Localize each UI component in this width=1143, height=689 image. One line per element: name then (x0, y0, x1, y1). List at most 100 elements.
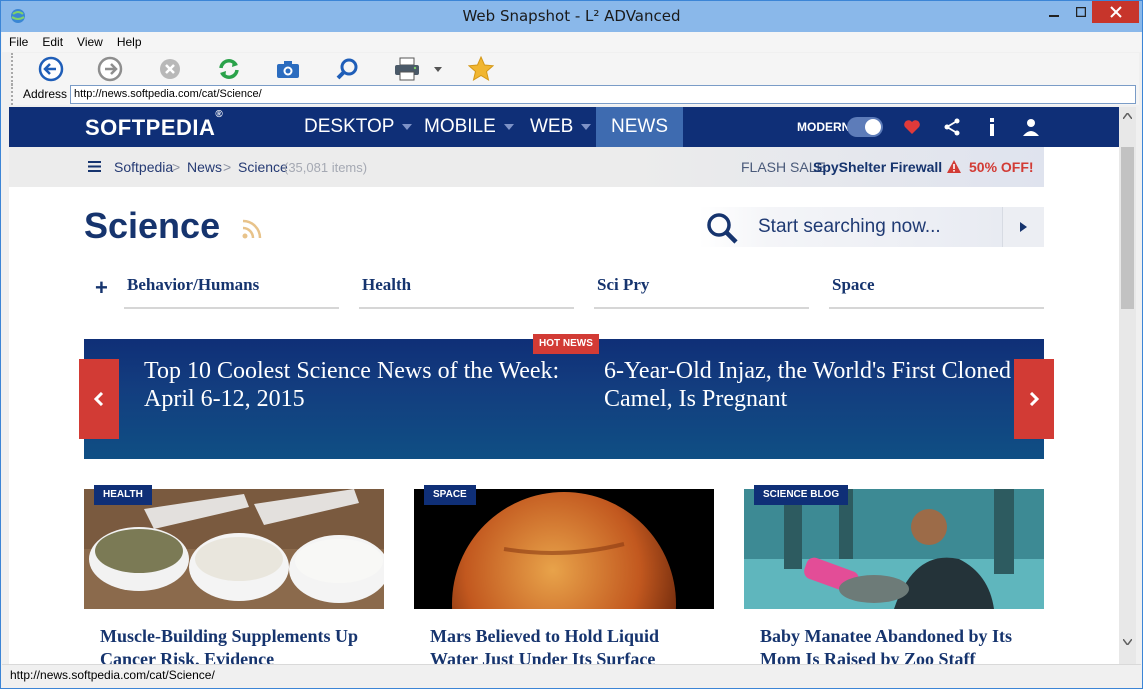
favorite-button[interactable] (467, 56, 495, 82)
search-box[interactable]: Start searching now... (699, 207, 1044, 247)
web-viewport[interactable]: SOFTPEDIA® DESKTOP MOBILE WEB NEWS MODER… (9, 107, 1119, 664)
print-dropdown[interactable] (431, 56, 445, 82)
menu-file[interactable]: File (2, 35, 35, 49)
article-image-supplements[interactable] (84, 489, 384, 609)
refresh-button[interactable] (215, 56, 243, 82)
account-button[interactable] (1021, 117, 1041, 137)
hot-news-badge: HOT NEWS (533, 334, 599, 354)
window-title: Web Snapshot - L² ADVanced (462, 7, 681, 25)
forward-button[interactable] (96, 56, 124, 82)
search-icon (707, 213, 738, 244)
menu-view[interactable]: View (70, 35, 110, 49)
chevron-right-icon (1029, 392, 1039, 406)
toggle-knob (865, 119, 881, 135)
modern-label: MODERN (797, 120, 851, 134)
category-space[interactable]: Space (829, 275, 1044, 309)
vertical-scrollbar[interactable] (1119, 107, 1136, 664)
mars-illustration (414, 489, 714, 609)
address-label: Address (23, 87, 68, 101)
app-window: Web Snapshot - L² ADVanced File Edit Vie… (0, 0, 1143, 689)
carousel-next-button[interactable] (1014, 359, 1054, 439)
category-sci-pry[interactable]: Sci Pry (594, 275, 809, 309)
caret-down-icon (402, 123, 413, 130)
hamburger-icon[interactable] (88, 161, 101, 172)
article-title[interactable]: Mars Believed to Hold Liquid Water Just … (430, 625, 710, 664)
breadcrumb-separator: > (223, 159, 232, 175)
refresh-icon (219, 59, 239, 79)
menu-help[interactable]: Help (110, 35, 149, 49)
find-button[interactable] (333, 56, 361, 82)
printer-icon (395, 57, 419, 81)
hero-headline-2[interactable]: 6-Year-Old Injaz, the World's First Clon… (604, 357, 1024, 413)
print-button[interactable] (393, 56, 421, 82)
article-card[interactable]: HEALTH Muscle-Building Supplements Up Ca… (84, 485, 384, 664)
share-icon (944, 118, 960, 136)
nav-news[interactable]: NEWS (596, 107, 683, 147)
nav-desktop[interactable]: DESKTOP (304, 107, 413, 147)
article-image-mars[interactable] (414, 489, 714, 609)
breadcrumb-separator: > (172, 159, 181, 175)
card-tag[interactable]: SCIENCE BLOG (754, 485, 849, 505)
star-icon (468, 56, 494, 82)
site-navbar: SOFTPEDIA® DESKTOP MOBILE WEB NEWS MODER… (9, 107, 1119, 147)
stop-button[interactable] (156, 56, 184, 82)
status-bar: http://news.softpedia.com/cat/Science/ (2, 664, 1141, 688)
close-button[interactable] (1092, 1, 1139, 23)
caret-down-icon (503, 123, 514, 130)
expand-categories-button[interactable]: + (95, 275, 108, 301)
info-button[interactable] (982, 117, 1002, 137)
category-health[interactable]: Health (359, 275, 574, 309)
maximize-button[interactable] (1067, 1, 1094, 23)
search-submit-button[interactable] (1002, 207, 1044, 247)
chevron-left-icon (94, 392, 104, 406)
supplements-illustration (84, 489, 384, 609)
scroll-down-icon[interactable] (1123, 639, 1132, 645)
favorites-button[interactable] (902, 117, 922, 137)
category-behavior-humans[interactable]: Behavior/Humans (124, 275, 339, 309)
card-tag[interactable]: HEALTH (94, 485, 152, 505)
maximize-icon (1075, 7, 1086, 17)
site-logo[interactable]: SOFTPEDIA® (85, 109, 223, 141)
flash-sale-product[interactable]: SpyShelter Firewall (813, 159, 942, 175)
share-button[interactable] (942, 117, 962, 137)
scrollbar-thumb[interactable] (1121, 147, 1134, 309)
article-image-manatee[interactable] (744, 489, 1044, 609)
breadcrumb-news[interactable]: News (187, 159, 222, 175)
breadcrumb-science[interactable]: Science (238, 159, 288, 175)
nav-mobile[interactable]: MOBILE (424, 107, 514, 147)
scroll-up-icon[interactable] (1123, 113, 1132, 119)
user-icon (1023, 119, 1039, 136)
chevron-right-icon (1020, 222, 1027, 232)
menu-bar: File Edit View Help (2, 32, 1141, 52)
hero-headline-1[interactable]: Top 10 Coolest Science News of the Week:… (144, 357, 564, 413)
article-card[interactable]: SPACE Mars Believed to Hold Liquid Water… (414, 485, 714, 664)
page-title: Science (84, 205, 221, 246)
minimize-button[interactable] (1040, 1, 1067, 23)
address-input[interactable]: http://news.softpedia.com/cat/Science/ (70, 85, 1136, 104)
back-arrow-icon (38, 56, 64, 82)
item-count: (35,081 items) (284, 160, 368, 175)
title-bar[interactable]: Web Snapshot - L² ADVanced (1, 1, 1142, 32)
registered-mark: ® (215, 108, 224, 120)
article-card[interactable]: SCIENCE BLOG Baby Manatee Abandoned by I… (744, 485, 1044, 664)
rss-icon[interactable] (242, 219, 262, 239)
back-button[interactable] (37, 56, 65, 82)
forward-arrow-icon (97, 56, 123, 82)
menu-edit[interactable]: Edit (35, 35, 70, 49)
search-input[interactable]: Start searching now... (758, 216, 941, 238)
toolbar (11, 53, 1139, 85)
breadcrumb-softpedia[interactable]: Softpedia (114, 159, 173, 175)
nav-web[interactable]: WEB (530, 107, 592, 147)
close-icon (1109, 6, 1122, 18)
modern-toggle[interactable] (847, 117, 883, 137)
manatee-illustration (744, 489, 1044, 609)
article-title[interactable]: Baby Manatee Abandoned by Its Mom Is Rai… (760, 625, 1040, 664)
info-icon (990, 118, 994, 136)
hero-carousel: HOT NEWS Top 10 Coolest Science News of … (84, 334, 1044, 459)
article-title[interactable]: Muscle-Building Supplements Up Cancer Ri… (100, 625, 380, 664)
card-tag[interactable]: SPACE (424, 485, 476, 505)
carousel-prev-button[interactable] (79, 359, 119, 439)
minimize-icon (1048, 15, 1059, 17)
flash-sale-offer[interactable]: 50% OFF! (969, 159, 1034, 175)
snapshot-button[interactable] (274, 56, 302, 82)
